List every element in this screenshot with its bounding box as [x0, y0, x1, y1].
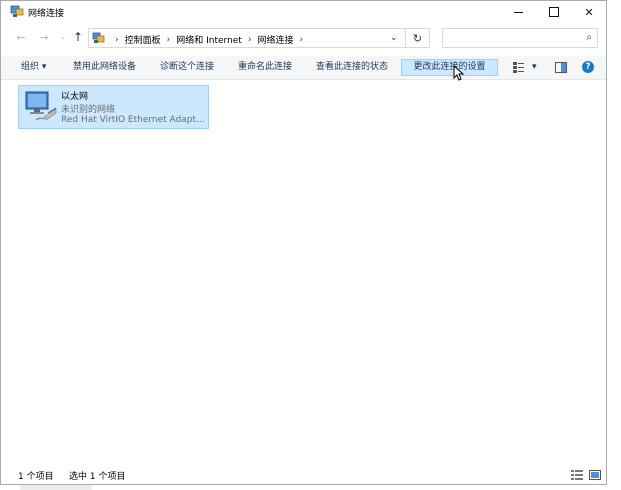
breadcrumb-network-internet[interactable]: 网络和 Internet: [176, 33, 242, 46]
control-panel-icon: [92, 32, 105, 43]
help-icon[interactable]: ?: [582, 61, 594, 73]
view-status-button[interactable]: 查看此连接的状态: [313, 59, 391, 76]
diagnose-connection-button[interactable]: 诊断这个连接: [157, 59, 217, 76]
mouse-cursor-icon: [453, 65, 465, 81]
list-item-ethernet[interactable]: 以太网 未识别的网络 Red Hat VirtIO Ethernet Adapt…: [18, 85, 209, 129]
chevron-down-icon: ⌄: [60, 33, 66, 41]
search-icon: ⌕: [586, 32, 592, 43]
forward-button[interactable]: →: [37, 30, 51, 44]
rename-connection-button[interactable]: 重命名此连接: [235, 59, 295, 76]
item-count: 1 个项目: [18, 472, 54, 482]
connection-name: 以太网: [61, 92, 89, 102]
breadcrumb-control-panel[interactable]: 控制面板: [125, 33, 161, 46]
connections-list: 以太网 未识别的网络 Red Hat VirtIO Ethernet Adapt…: [1, 80, 606, 460]
command-bar: 组织 ▾ 禁用此网络设备 诊断这个连接 重命名此连接 查看此连接的状态 更改此连…: [1, 56, 606, 80]
breadcrumb-separator-icon[interactable]: ›: [167, 35, 171, 45]
network-connections-icon: [10, 5, 24, 17]
change-settings-button[interactable]: 更改此连接的设置: [401, 59, 498, 76]
selected-count: 选中 1 个项目: [69, 472, 126, 482]
breadcrumb-separator-icon[interactable]: ›: [115, 35, 119, 45]
maximize-button[interactable]: [536, 1, 572, 23]
back-button[interactable]: ←: [14, 30, 28, 44]
connection-status: 未识别的网络: [61, 105, 116, 115]
address-history-chevron-icon[interactable]: ⌄: [390, 33, 398, 43]
organize-menu-button[interactable]: 组织 ▾: [18, 59, 49, 76]
breadcrumb-separator-icon[interactable]: ›: [248, 35, 252, 45]
view-options-chevron-icon[interactable]: ▾: [529, 59, 540, 76]
breadcrumb-separator-icon[interactable]: ›: [299, 35, 303, 45]
details-view-icon[interactable]: [571, 470, 583, 480]
search-input[interactable]: ⌕: [442, 28, 598, 48]
breadcrumb: › 控制面板 › 网络和 Internet › 网络连接 ›: [109, 33, 309, 47]
preview-pane-icon[interactable]: [555, 62, 567, 73]
title-bar: 网络连接 ✕: [1, 1, 606, 23]
disable-device-button[interactable]: 禁用此网络设备: [70, 59, 139, 76]
network-adapter-icon: [25, 91, 57, 121]
network-connections-window: 网络连接 ✕ ← → ⌄ ↑ › 控制面板 › 网络和 Internet › 网…: [0, 0, 607, 485]
window-title: 网络连接: [28, 9, 65, 19]
arrow-right-icon: →: [39, 30, 49, 44]
close-icon: ✕: [584, 5, 594, 19]
navigation-bar: ← → ⌄ ↑ › 控制面板 › 网络和 Internet › 网络连接 › ⌄…: [1, 25, 606, 51]
close-button[interactable]: ✕: [571, 1, 607, 23]
recent-locations-button[interactable]: ⌄: [56, 30, 70, 44]
window-shadow: [20, 485, 92, 490]
large-icons-view-icon[interactable]: [589, 470, 601, 480]
change-view-icon[interactable]: [513, 62, 525, 73]
arrow-up-icon: ↑: [72, 30, 84, 44]
up-button[interactable]: ↑: [71, 30, 85, 44]
address-bar[interactable]: › 控制面板 › 网络和 Internet › 网络连接 › ⌄: [88, 28, 406, 48]
arrow-left-icon: ←: [16, 30, 26, 44]
breadcrumb-network-connections[interactable]: 网络连接: [257, 33, 293, 46]
refresh-button[interactable]: ↻: [406, 28, 430, 48]
minimize-button[interactable]: [500, 1, 536, 23]
connection-adapter: Red Hat VirtIO Ethernet Adapt...: [61, 115, 205, 125]
maximize-icon: [549, 7, 559, 17]
status-bar: 1 个项目 选中 1 个项目: [1, 466, 606, 484]
minimize-icon: [513, 11, 523, 13]
refresh-icon: ↻: [412, 31, 423, 45]
